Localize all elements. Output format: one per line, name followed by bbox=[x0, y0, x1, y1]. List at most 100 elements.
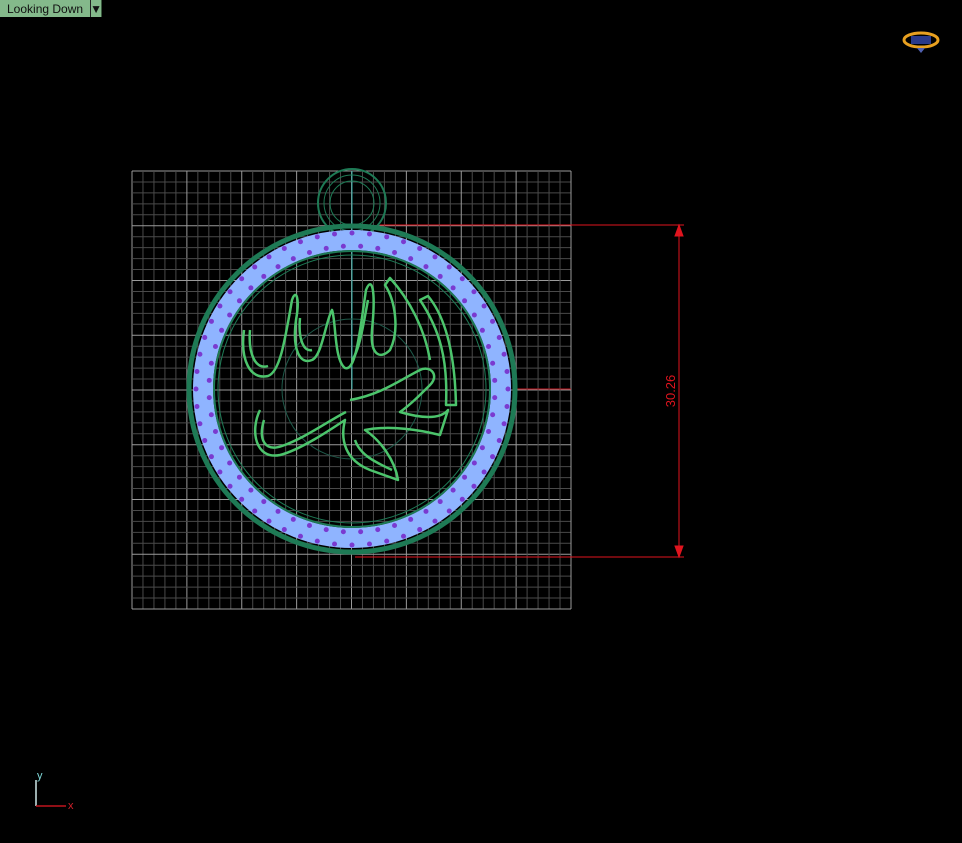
bead-dot bbox=[392, 249, 398, 255]
bead-dot bbox=[496, 334, 502, 340]
bead-dot bbox=[450, 487, 456, 493]
bead-dot bbox=[219, 445, 225, 451]
bead-dot bbox=[208, 454, 214, 460]
axis-indicator: y x bbox=[35, 770, 74, 812]
bead-dot bbox=[446, 264, 452, 270]
bead-dot bbox=[236, 298, 242, 304]
viewport-canvas[interactable]: 30.26 y x bbox=[0, 0, 962, 843]
bead-dot bbox=[202, 334, 208, 340]
bead-dot bbox=[290, 256, 296, 262]
bead-dot bbox=[227, 289, 233, 295]
bead-dot bbox=[505, 386, 511, 392]
bead-dot bbox=[375, 527, 381, 533]
bead-dot bbox=[401, 533, 407, 539]
bead-dot bbox=[314, 538, 320, 544]
bead-dot bbox=[471, 483, 477, 489]
bead-dot bbox=[208, 412, 214, 418]
bead-dot bbox=[261, 273, 267, 279]
bead-dot bbox=[358, 529, 364, 535]
bead-dot bbox=[504, 403, 510, 409]
view-navigation-widget-icon[interactable] bbox=[902, 31, 940, 53]
bead-dot bbox=[248, 285, 254, 291]
bead-dot bbox=[290, 516, 296, 522]
bead-dot bbox=[492, 377, 498, 383]
bead-dot bbox=[486, 429, 492, 435]
bead-dot bbox=[504, 369, 510, 375]
vertical-dimension[interactable] bbox=[355, 223, 684, 559]
bead-dot bbox=[490, 318, 496, 324]
bead-dot bbox=[194, 403, 200, 409]
arrow-down-icon bbox=[674, 545, 684, 559]
bead-dot bbox=[481, 469, 487, 475]
bead-dot bbox=[314, 234, 320, 240]
bead-dot bbox=[459, 496, 465, 502]
bead-dot bbox=[266, 254, 272, 260]
bead-dot bbox=[332, 541, 338, 547]
bead-dot bbox=[392, 523, 398, 529]
bead-dot bbox=[401, 239, 407, 245]
bead-dot bbox=[384, 234, 390, 240]
bead-dot bbox=[275, 264, 281, 270]
bead-dot bbox=[450, 285, 456, 291]
bead-dot bbox=[490, 412, 496, 418]
bead-dot bbox=[490, 360, 496, 366]
bead-dot bbox=[217, 469, 223, 475]
bead-dot bbox=[417, 527, 423, 533]
bead-dot bbox=[239, 496, 245, 502]
y-axis-label: y bbox=[37, 770, 43, 782]
bead-dot bbox=[227, 460, 233, 466]
bead-dot bbox=[281, 527, 287, 533]
bead-dot bbox=[206, 377, 212, 383]
bead-dot bbox=[323, 527, 329, 533]
bead-dot bbox=[366, 231, 372, 237]
bead-dot bbox=[349, 542, 355, 548]
bead-dot bbox=[492, 395, 498, 401]
bead-dot bbox=[206, 395, 212, 401]
bead-dot bbox=[432, 254, 438, 260]
bead-dot bbox=[349, 230, 355, 236]
bead-dot bbox=[479, 445, 485, 451]
bead-dot bbox=[212, 429, 218, 435]
bead-dot bbox=[202, 438, 208, 444]
bead-dot bbox=[306, 523, 312, 529]
bead-dot bbox=[281, 245, 287, 251]
bead-dot bbox=[197, 351, 203, 357]
bead-dot bbox=[366, 541, 372, 547]
bead-dot bbox=[384, 538, 390, 544]
bead-dot bbox=[462, 474, 468, 480]
dimension-value: 30.26 bbox=[663, 375, 678, 408]
bead-dot bbox=[194, 369, 200, 375]
bead-dot bbox=[340, 529, 346, 535]
bead-dot bbox=[197, 421, 203, 427]
bead-dot bbox=[208, 318, 214, 324]
bead-dot bbox=[423, 508, 429, 514]
bead-dot bbox=[408, 256, 414, 262]
bead-dot bbox=[217, 303, 223, 309]
bead-dot bbox=[252, 508, 258, 514]
bead-dot bbox=[437, 273, 443, 279]
bead-dot bbox=[462, 298, 468, 304]
bead-dot bbox=[332, 231, 338, 237]
bead-dot bbox=[471, 460, 477, 466]
bead-dot bbox=[501, 351, 507, 357]
bead-dot bbox=[417, 245, 423, 251]
bead-dot bbox=[208, 360, 214, 366]
bead-dot bbox=[446, 508, 452, 514]
bead-dot bbox=[248, 487, 254, 493]
bead-dot bbox=[261, 499, 267, 505]
bead-dot bbox=[459, 276, 465, 282]
bead-dot bbox=[219, 327, 225, 333]
bead-dot bbox=[306, 249, 312, 255]
bead-dot bbox=[266, 518, 272, 524]
bead-dot bbox=[340, 243, 346, 249]
bead-dot bbox=[423, 264, 429, 270]
bead-dot bbox=[252, 264, 258, 270]
bead-dot bbox=[471, 312, 477, 318]
bead-dot bbox=[193, 386, 199, 392]
bead-dot bbox=[481, 303, 487, 309]
bead-dot bbox=[496, 438, 502, 444]
bead-dot bbox=[239, 276, 245, 282]
bead-dot bbox=[297, 239, 303, 245]
bead-dot bbox=[358, 243, 364, 249]
arrow-up-icon bbox=[674, 223, 684, 237]
